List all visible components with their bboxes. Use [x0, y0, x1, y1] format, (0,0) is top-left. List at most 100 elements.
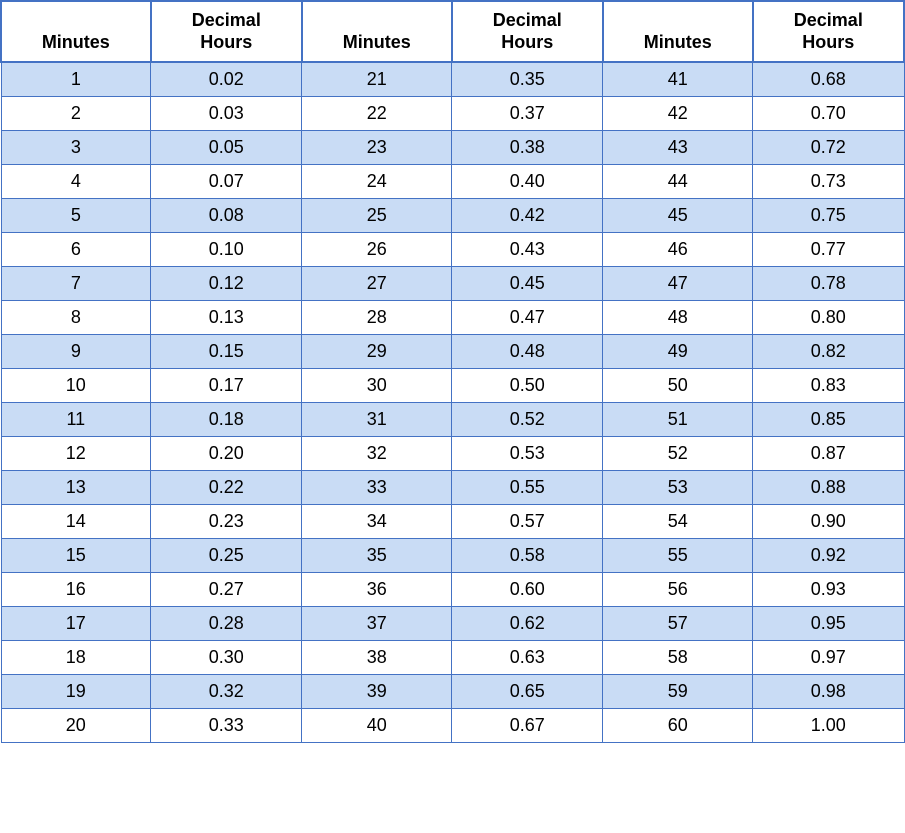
decimal-2-cell: 0.37	[452, 97, 603, 131]
decimal-1-cell: 0.17	[151, 369, 302, 403]
minutes-3-cell: 45	[603, 199, 753, 233]
col5-header: Minutes	[603, 1, 753, 62]
decimal-3-cell: 0.75	[753, 199, 904, 233]
decimal-1-cell: 0.23	[151, 505, 302, 539]
table-row: 170.28370.62570.95	[1, 607, 904, 641]
decimal-3-cell: 0.70	[753, 97, 904, 131]
decimal-3-cell: 0.72	[753, 131, 904, 165]
decimal-3-cell: 0.78	[753, 267, 904, 301]
minutes-2-cell: 37	[302, 607, 452, 641]
table-row: 90.15290.48490.82	[1, 335, 904, 369]
decimal-1-cell: 0.13	[151, 301, 302, 335]
minutes-2-cell: 21	[302, 62, 452, 97]
minutes-2-cell: 32	[302, 437, 452, 471]
minutes-3-cell: 41	[603, 62, 753, 97]
minutes-1-cell: 11	[1, 403, 151, 437]
minutes-3-cell: 60	[603, 709, 753, 743]
table-body: 10.02210.35410.6820.03220.37420.7030.052…	[1, 62, 904, 743]
col4-header: DecimalHours	[452, 1, 603, 62]
minutes-1-cell: 2	[1, 97, 151, 131]
col2-header: DecimalHours	[151, 1, 302, 62]
decimal-1-cell: 0.02	[151, 62, 302, 97]
table-row: 80.13280.47480.80	[1, 301, 904, 335]
decimal-1-cell: 0.08	[151, 199, 302, 233]
decimal-1-cell: 0.15	[151, 335, 302, 369]
col6-header: DecimalHours	[753, 1, 904, 62]
decimal-2-cell: 0.42	[452, 199, 603, 233]
minutes-1-cell: 16	[1, 573, 151, 607]
minutes-1-cell: 6	[1, 233, 151, 267]
col1-header: Minutes	[1, 1, 151, 62]
minutes-3-cell: 47	[603, 267, 753, 301]
table-row: 110.18310.52510.85	[1, 403, 904, 437]
minutes-3-cell: 57	[603, 607, 753, 641]
minutes-2-cell: 23	[302, 131, 452, 165]
minutes-1-cell: 3	[1, 131, 151, 165]
table-row: 40.07240.40440.73	[1, 165, 904, 199]
table-row: 190.32390.65590.98	[1, 675, 904, 709]
minutes-2-cell: 25	[302, 199, 452, 233]
decimal-1-cell: 0.33	[151, 709, 302, 743]
decimal-3-cell: 0.82	[753, 335, 904, 369]
decimal-3-cell: 0.68	[753, 62, 904, 97]
decimal-2-cell: 0.63	[452, 641, 603, 675]
minutes-2-cell: 33	[302, 471, 452, 505]
conversion-table: Minutes DecimalHours Minutes DecimalHour…	[0, 0, 905, 743]
table-row: 130.22330.55530.88	[1, 471, 904, 505]
minutes-2-cell: 40	[302, 709, 452, 743]
minutes-3-cell: 54	[603, 505, 753, 539]
table-row: 50.08250.42450.75	[1, 199, 904, 233]
minutes-3-cell: 42	[603, 97, 753, 131]
decimal-2-cell: 0.55	[452, 471, 603, 505]
decimal-2-cell: 0.62	[452, 607, 603, 641]
decimal-3-cell: 0.73	[753, 165, 904, 199]
decimal-2-cell: 0.53	[452, 437, 603, 471]
decimal-1-cell: 0.30	[151, 641, 302, 675]
table-row: 20.03220.37420.70	[1, 97, 904, 131]
decimal-1-cell: 0.22	[151, 471, 302, 505]
minutes-3-cell: 46	[603, 233, 753, 267]
decimal-2-cell: 0.60	[452, 573, 603, 607]
minutes-1-cell: 8	[1, 301, 151, 335]
table-row: 120.20320.53520.87	[1, 437, 904, 471]
decimal-2-cell: 0.58	[452, 539, 603, 573]
col3-header: Minutes	[302, 1, 452, 62]
table-row: 160.27360.60560.93	[1, 573, 904, 607]
minutes-3-cell: 52	[603, 437, 753, 471]
minutes-1-cell: 13	[1, 471, 151, 505]
table-row: 150.25350.58550.92	[1, 539, 904, 573]
minutes-1-cell: 19	[1, 675, 151, 709]
decimal-1-cell: 0.12	[151, 267, 302, 301]
decimal-3-cell: 0.98	[753, 675, 904, 709]
decimal-2-cell: 0.65	[452, 675, 603, 709]
decimal-2-cell: 0.48	[452, 335, 603, 369]
minutes-3-cell: 43	[603, 131, 753, 165]
minutes-3-cell: 50	[603, 369, 753, 403]
decimal-2-cell: 0.35	[452, 62, 603, 97]
decimal-3-cell: 0.90	[753, 505, 904, 539]
table-row: 180.30380.63580.97	[1, 641, 904, 675]
decimal-1-cell: 0.32	[151, 675, 302, 709]
decimal-2-cell: 0.38	[452, 131, 603, 165]
table-row: 30.05230.38430.72	[1, 131, 904, 165]
minutes-3-cell: 49	[603, 335, 753, 369]
minutes-2-cell: 36	[302, 573, 452, 607]
decimal-2-cell: 0.43	[452, 233, 603, 267]
table-row: 70.12270.45470.78	[1, 267, 904, 301]
minutes-1-cell: 5	[1, 199, 151, 233]
decimal-2-cell: 0.47	[452, 301, 603, 335]
minutes-1-cell: 14	[1, 505, 151, 539]
decimal-2-cell: 0.40	[452, 165, 603, 199]
minutes-1-cell: 7	[1, 267, 151, 301]
table-row: 10.02210.35410.68	[1, 62, 904, 97]
minutes-2-cell: 26	[302, 233, 452, 267]
decimal-2-cell: 0.52	[452, 403, 603, 437]
decimal-1-cell: 0.25	[151, 539, 302, 573]
minutes-1-cell: 12	[1, 437, 151, 471]
minutes-2-cell: 28	[302, 301, 452, 335]
minutes-1-cell: 15	[1, 539, 151, 573]
decimal-2-cell: 0.57	[452, 505, 603, 539]
decimal-3-cell: 0.97	[753, 641, 904, 675]
minutes-3-cell: 51	[603, 403, 753, 437]
decimal-3-cell: 0.93	[753, 573, 904, 607]
